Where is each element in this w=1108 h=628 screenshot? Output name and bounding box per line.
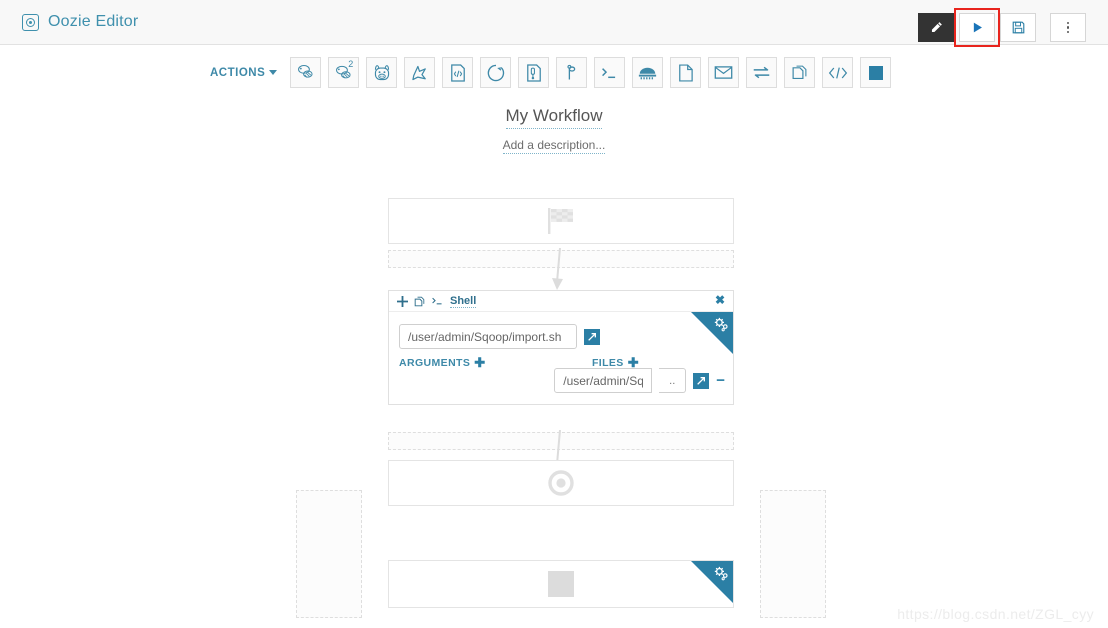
action-spark[interactable]: [480, 57, 512, 88]
checkered-flag-icon: [548, 208, 573, 234]
workflow-canvas: My Workflow Add a description... Shell ✖…: [0, 88, 1108, 628]
app-header: Oozie Editor: [0, 0, 1108, 47]
script-row: [399, 324, 723, 349]
submit-button[interactable]: [959, 13, 995, 42]
floppy-disk-icon: [1012, 21, 1024, 34]
action-distcp[interactable]: [746, 57, 778, 88]
file-path-input[interactable]: [554, 368, 653, 393]
actions-toolbar: ACTIONS 2: [0, 45, 1108, 88]
code-brackets-icon: [828, 66, 847, 79]
arguments-label: ARGUMENTS: [399, 356, 471, 369]
action-pig[interactable]: [366, 57, 398, 88]
sqoop-star-icon: [412, 65, 427, 80]
gray-square-icon: [548, 571, 574, 597]
file-browse-button[interactable]: ..: [659, 368, 687, 393]
start-node-body: [389, 199, 733, 243]
filled-square-icon: [868, 65, 883, 80]
actions-label-text: ACTIONS: [210, 66, 266, 79]
shell-prompt-icon: [432, 297, 442, 305]
shell-node-body: ARGUMENTS ✚ FILES ✚ ..: [389, 312, 733, 404]
fork-branch-icon: [567, 64, 576, 80]
action-hive[interactable]: [290, 57, 322, 88]
copy-pages-icon: [792, 65, 807, 80]
action-shell[interactable]: [594, 57, 626, 88]
end-node-body: [389, 461, 733, 505]
drop-zone-left[interactable]: [296, 490, 362, 618]
kill-settings-ribbon[interactable]: [691, 561, 733, 603]
workflow-description[interactable]: Add a description...: [502, 138, 606, 154]
action-kill[interactable]: [860, 57, 892, 88]
pig-face-icon: [374, 64, 389, 80]
header-actions: [918, 8, 1086, 47]
workflow-title[interactable]: My Workflow: [505, 106, 603, 129]
plus-icon: ✚: [474, 355, 486, 370]
action-pig-script[interactable]: [556, 57, 588, 88]
workflow-heading: My Workflow Add a description...: [0, 106, 1108, 154]
shell-settings-ribbon[interactable]: [691, 312, 733, 354]
target-bullseye-icon: [548, 470, 574, 496]
actions-dropdown[interactable]: ACTIONS: [210, 66, 278, 79]
copy-pages-icon[interactable]: [414, 296, 425, 307]
file-remove-button[interactable]: −: [716, 373, 725, 388]
submit-button-highlight: [954, 8, 1000, 47]
gear-icon: [714, 317, 728, 332]
action-mapreduce[interactable]: [518, 57, 550, 88]
more-button[interactable]: [1050, 13, 1086, 42]
action-subworkflow[interactable]: [784, 57, 816, 88]
external-link-icon: [588, 332, 596, 341]
hive2-superscript: 2: [348, 59, 354, 69]
play-icon: [973, 22, 982, 33]
envelope-icon: [714, 66, 733, 79]
connector-arrow-top: [552, 248, 563, 290]
move-cross-icon[interactable]: [397, 295, 408, 307]
file-link-button[interactable]: [693, 372, 710, 389]
oozie-circle-icon: [22, 13, 39, 31]
app-title: Oozie Editor: [48, 13, 139, 30]
files-label: FILES: [591, 356, 624, 369]
kebab-menu-icon: [1066, 21, 1070, 34]
gear-icon: [714, 566, 728, 581]
action-hive2[interactable]: 2: [328, 57, 360, 88]
start-node[interactable]: [388, 198, 734, 244]
shell-node-header: Shell ✖: [389, 291, 733, 312]
workflow-graph: Shell ✖ /user/admin/Sqoop/import.sh ARGU…: [0, 198, 1108, 628]
spark-circle-icon: [487, 64, 504, 81]
kill-node-body: [389, 561, 733, 607]
file-row: .. −: [554, 368, 725, 393]
blank-document-icon: [679, 63, 693, 82]
action-fs[interactable]: [670, 57, 702, 88]
hive-bee-icon: [298, 65, 313, 78]
script-browse-button[interactable]: [584, 328, 600, 345]
brand: Oozie Editor: [0, 13, 138, 31]
database-icon: [639, 67, 657, 80]
kill-node[interactable]: [388, 560, 734, 608]
transfer-arrows-icon: [753, 66, 770, 79]
shell-prompt-icon: [602, 67, 616, 78]
external-link-icon: [697, 376, 706, 385]
action-email[interactable]: [708, 57, 740, 88]
mapreduce-doc-icon: [526, 63, 541, 82]
java-document-icon: [450, 63, 465, 82]
chevron-down-icon: [269, 70, 278, 75]
shell-action-node[interactable]: Shell ✖ /user/admin/Sqoop/import.sh ARGU…: [388, 290, 734, 405]
action-sqoop-db[interactable]: [632, 57, 664, 88]
action-java[interactable]: [442, 57, 474, 88]
action-generic[interactable]: [822, 57, 854, 88]
save-button[interactable]: [1000, 13, 1036, 42]
drop-zone-right[interactable]: [760, 490, 826, 618]
edit-button[interactable]: [918, 13, 954, 42]
close-icon[interactable]: ✖: [715, 294, 725, 306]
end-node[interactable]: [388, 460, 734, 506]
pencil-icon: [931, 22, 942, 33]
shell-script-input[interactable]: [399, 324, 577, 349]
action-sqoop[interactable]: [404, 57, 436, 88]
arguments-add-button[interactable]: ARGUMENTS ✚: [399, 356, 486, 369]
watermark: https://blog.csdn.net/ZGL_cyy: [897, 606, 1094, 622]
shell-node-name[interactable]: Shell: [450, 295, 477, 308]
files-list: .. −: [554, 368, 725, 393]
